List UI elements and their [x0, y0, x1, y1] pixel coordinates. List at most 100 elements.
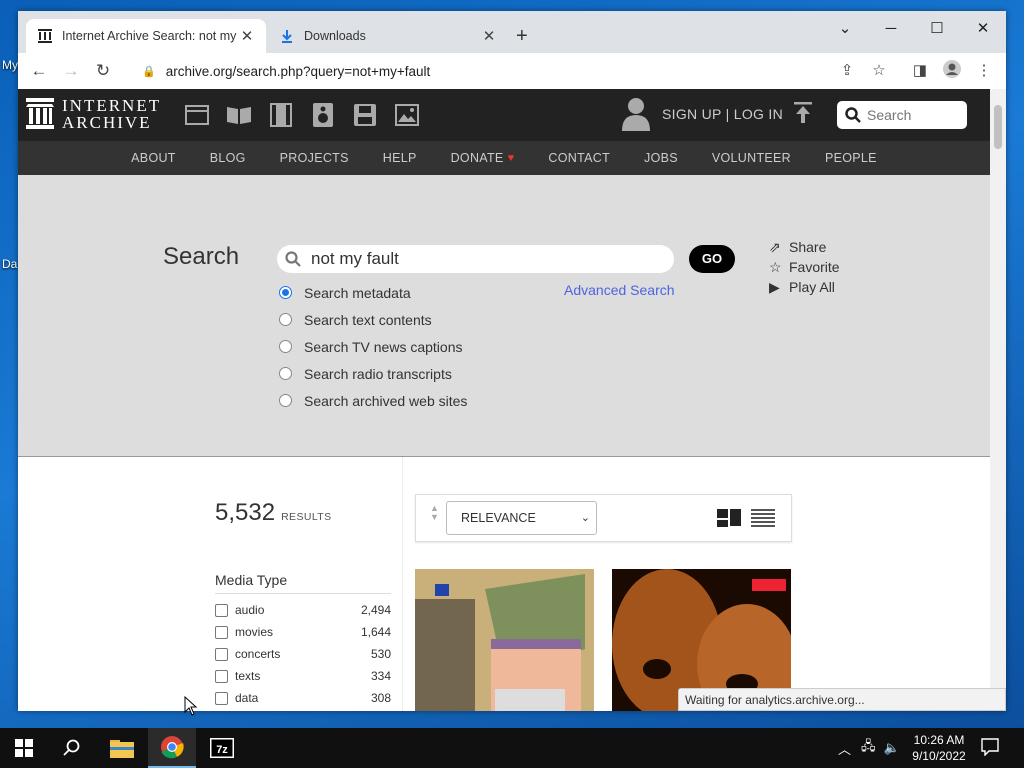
- checkbox[interactable]: [215, 625, 228, 639]
- checkbox[interactable]: [215, 647, 228, 661]
- facet-name: data: [235, 691, 259, 705]
- upload-icon[interactable]: [794, 102, 812, 129]
- desktop-icon-label[interactable]: Da: [2, 257, 17, 271]
- web-icon[interactable]: [183, 101, 211, 129]
- radio[interactable]: [279, 367, 292, 380]
- close-tab-icon[interactable]: ✕: [480, 27, 498, 45]
- reload-button[interactable]: ↻: [90, 59, 116, 83]
- facet-row[interactable]: audio 2,494: [215, 599, 391, 621]
- nav-projects[interactable]: PROJECTS: [280, 151, 349, 165]
- nav-people[interactable]: PEOPLE: [825, 151, 877, 165]
- signup-login-link[interactable]: SIGN UP | LOG IN: [662, 106, 783, 122]
- desktop-icon-label[interactable]: My: [2, 58, 18, 72]
- favorite-label: Favorite: [789, 259, 840, 275]
- nav-donate[interactable]: DONATE ♥: [451, 151, 515, 165]
- option-archived-web[interactable]: Search archived web sites: [279, 387, 467, 414]
- advanced-search-link[interactable]: Advanced Search: [564, 282, 675, 298]
- back-button[interactable]: ←: [26, 59, 52, 83]
- option-radio-transcripts[interactable]: Search radio transcripts: [279, 360, 467, 387]
- scrollbar-thumb[interactable]: [994, 105, 1002, 149]
- tab-search-icon[interactable]: ⌄: [822, 15, 868, 43]
- video-icon[interactable]: [267, 101, 295, 129]
- file-explorer-button[interactable]: [98, 728, 146, 768]
- tile-view-icon[interactable]: [717, 509, 741, 532]
- software-icon[interactable]: [351, 101, 379, 129]
- facet-row[interactable]: concerts 530: [215, 643, 391, 665]
- results-label: RESULTS: [281, 511, 332, 523]
- option-text-contents[interactable]: Search text contents: [279, 306, 467, 333]
- close-tab-icon[interactable]: ✕: [238, 27, 256, 45]
- user-area: SIGN UP | LOG IN: [622, 97, 783, 131]
- share-page-icon[interactable]: ⇪: [835, 59, 859, 83]
- system-tray: ︿ 🖧 🔈: [838, 728, 900, 768]
- facet-row[interactable]: data 308: [215, 687, 391, 709]
- radio[interactable]: [279, 340, 292, 353]
- result-thumbnail[interactable]: [415, 569, 594, 711]
- ia-logo[interactable]: INTERNET ARCHIVE: [26, 97, 161, 131]
- clock[interactable]: 10:26 AM 9/10/2022: [905, 732, 973, 764]
- favorite-action[interactable]: ☆ Favorite: [769, 257, 840, 277]
- ia-search-input[interactable]: [867, 107, 962, 123]
- sort-select[interactable]: RELEVANCE ⌄: [446, 501, 597, 535]
- tab-internet-archive[interactable]: Internet Archive Search: not my f ✕: [26, 19, 266, 53]
- chevron-down-icon: ⌄: [580, 512, 590, 524]
- query-box[interactable]: [277, 245, 674, 273]
- 7zip-button[interactable]: 7z: [198, 728, 246, 768]
- option-tv-captions[interactable]: Search TV news captions: [279, 333, 467, 360]
- forward-button[interactable]: →: [58, 59, 84, 83]
- network-icon[interactable]: 🖧: [861, 737, 876, 759]
- start-button[interactable]: [0, 728, 48, 768]
- play-icon: ▶: [769, 278, 780, 295]
- share-action[interactable]: ⇗ Share: [769, 237, 840, 257]
- play-all-action[interactable]: ▶ Play All: [769, 277, 840, 297]
- radio[interactable]: [279, 313, 292, 326]
- chrome-button[interactable]: [148, 728, 196, 768]
- texts-icon[interactable]: [225, 101, 253, 129]
- profile-icon[interactable]: [940, 59, 964, 83]
- go-button[interactable]: GO: [689, 245, 735, 273]
- heart-icon: ♥: [507, 152, 515, 164]
- media-icons: [183, 101, 421, 129]
- notification-icon[interactable]: [980, 736, 1000, 761]
- images-icon[interactable]: [393, 101, 421, 129]
- volume-icon[interactable]: 🔈: [884, 740, 900, 756]
- nav-help[interactable]: HELP: [383, 151, 417, 165]
- list-view-icon[interactable]: [751, 509, 775, 532]
- address-bar[interactable]: 🔒 archive.org/search.php?query=not+my+fa…: [128, 57, 898, 85]
- new-tab-button[interactable]: +: [516, 25, 528, 48]
- side-panel-icon[interactable]: ◨: [908, 59, 932, 83]
- search-button[interactable]: [48, 728, 96, 768]
- radio[interactable]: [279, 394, 292, 407]
- menu-kebab-icon[interactable]: ⋮: [972, 59, 996, 83]
- nav-about[interactable]: ABOUT: [131, 151, 176, 165]
- facet-row[interactable]: movies 1,644: [215, 621, 391, 643]
- nav-contact[interactable]: CONTACT: [548, 151, 610, 165]
- facet-count: 1,644: [360, 625, 391, 639]
- status-bar: Waiting for analytics.archive.org...: [678, 688, 1006, 711]
- radio-checked[interactable]: [279, 286, 292, 299]
- user-avatar-icon[interactable]: [622, 97, 650, 131]
- nav-blog[interactable]: BLOG: [210, 151, 246, 165]
- facet-row[interactable]: texts 334: [215, 665, 391, 687]
- option-metadata[interactable]: Search metadata: [279, 279, 467, 306]
- nav-donate-label: DONATE: [450, 151, 504, 165]
- audio-icon[interactable]: [309, 101, 337, 129]
- chevron-up-icon[interactable]: ︿: [838, 739, 851, 758]
- query-input[interactable]: [311, 249, 651, 269]
- close-window-button[interactable]: ✕: [960, 15, 1006, 43]
- facet-count: 334: [370, 669, 391, 683]
- sort-direction-icon[interactable]: ▲ ▼: [430, 504, 439, 522]
- nav-jobs[interactable]: JOBS: [644, 151, 678, 165]
- nav-volunteer[interactable]: VOLUNTEER: [712, 151, 791, 165]
- page-scrollbar[interactable]: [990, 89, 1006, 711]
- ia-search-box[interactable]: [837, 101, 967, 129]
- checkbox[interactable]: [215, 691, 228, 705]
- taskbar: 7z ︿ 🖧 🔈 10:26 AM 9/10/2022: [0, 728, 1024, 768]
- facet-count: 2,494: [360, 603, 391, 617]
- minimize-button[interactable]: ─: [868, 15, 914, 43]
- tab-downloads[interactable]: Downloads ✕: [268, 19, 508, 53]
- maximize-button[interactable]: ☐: [914, 15, 960, 43]
- checkbox[interactable]: [215, 603, 228, 617]
- bookmark-star-icon[interactable]: ☆: [867, 59, 891, 83]
- checkbox[interactable]: [215, 669, 228, 683]
